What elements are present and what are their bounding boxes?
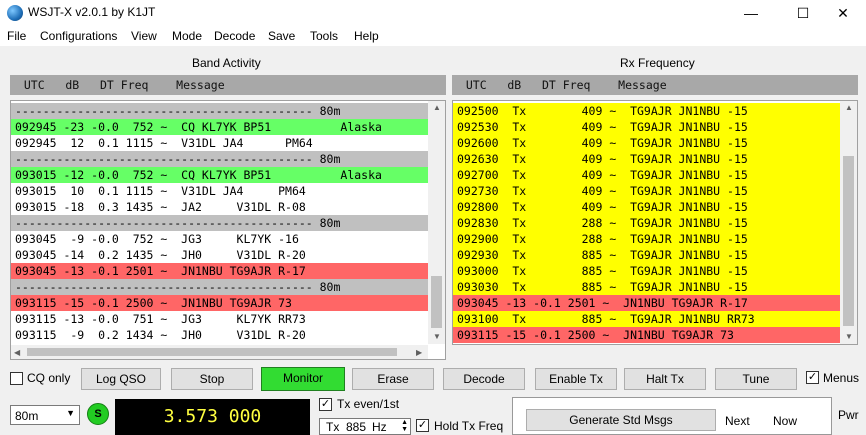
- band-select[interactable]: 80m ▼: [10, 405, 80, 425]
- menu-tools[interactable]: Tools: [310, 29, 338, 43]
- message-row[interactable]: 093045 -13 -0.1 2501 ~ JN1NBU TG9AJR R-1…: [453, 295, 840, 311]
- rx-frequency-label: Rx Frequency: [620, 56, 695, 70]
- next-label: Next: [725, 414, 750, 428]
- menus-checkbox[interactable]: ✓: [806, 371, 819, 384]
- enable-tx-button[interactable]: Enable Tx: [535, 368, 617, 390]
- message-row[interactable]: 093000 Tx 885 ~ TG9AJR JN1NBU -15: [453, 263, 840, 279]
- hold-tx-freq-checkbox[interactable]: ✓: [416, 419, 429, 432]
- generate-std-msgs-button[interactable]: Generate Std Msgs: [526, 409, 716, 431]
- message-row[interactable]: 093030 Tx 885 ~ TG9AJR JN1NBU -15: [453, 279, 840, 295]
- message-row[interactable]: 093115 -9 0.2 1434 ~ JH0 V31DL R-20: [11, 327, 428, 343]
- close-button[interactable]: ✕: [820, 0, 866, 26]
- tx-freq-value: 885: [346, 420, 367, 434]
- message-row[interactable]: 092500 Tx 409 ~ TG9AJR JN1NBU -15: [453, 103, 840, 119]
- message-row[interactable]: 093115 -15 -0.1 2500 ~ JN1NBU TG9AJR 73: [11, 295, 428, 311]
- cq-only-label: CQ only: [27, 371, 71, 385]
- band-activity-hscroll[interactable]: ◀ ▶: [11, 345, 428, 359]
- menu-file[interactable]: File: [7, 29, 26, 43]
- tune-button[interactable]: Tune: [715, 368, 797, 390]
- band-activity-header: UTC dB DT Freq Message: [10, 75, 446, 95]
- band-separator-row: ----------------------------------------…: [11, 279, 428, 295]
- message-row[interactable]: 092900 Tx 288 ~ TG9AJR JN1NBU -15: [453, 231, 840, 247]
- hold-tx-freq-label: Hold Tx Freq: [434, 419, 504, 433]
- tx-freq-prefix: Tx: [326, 420, 340, 434]
- message-row[interactable]: 093115 -13 -0.0 751 ~ JG3 KL7YK RR73: [11, 311, 428, 327]
- message-row[interactable]: 093045 -13 -0.1 2501 ~ JN1NBU TG9AJR R-1…: [11, 263, 428, 279]
- message-row[interactable]: 093015 -18 0.3 1435 ~ JA2 V31DL R-08: [11, 199, 428, 215]
- rx-frequency-header: UTC dB DT Freq Message: [452, 75, 858, 95]
- menu-mode[interactable]: Mode: [172, 29, 202, 43]
- frequency-display: 3.573 000: [115, 399, 310, 435]
- message-row[interactable]: 093115 -15 -0.1 2500 ~ JN1NBU TG9AJR 73: [453, 327, 840, 343]
- decode-button[interactable]: Decode: [443, 368, 525, 390]
- minimize-button[interactable]: —: [728, 0, 774, 26]
- tx-even-checkbox[interactable]: ✓: [319, 398, 332, 411]
- stop-button[interactable]: Stop: [171, 368, 253, 390]
- now-label: Now: [773, 414, 798, 428]
- message-row[interactable]: 092700 Tx 409 ~ TG9AJR JN1NBU -15: [453, 167, 840, 183]
- message-row[interactable]: 093015 -12 -0.0 752 ~ CQ KL7YK BP51 Alas…: [11, 167, 428, 183]
- app-logo-icon: [7, 5, 23, 21]
- tx-even-label: Tx even/1st: [337, 397, 400, 411]
- band-separator-row: ----------------------------------------…: [11, 151, 428, 167]
- log-qso-button[interactable]: Log QSO: [81, 368, 161, 390]
- s-meter-indicator: S: [87, 403, 109, 425]
- message-row[interactable]: 092600 Tx 409 ~ TG9AJR JN1NBU -15: [453, 135, 840, 151]
- message-row[interactable]: 092930 Tx 885 ~ TG9AJR JN1NBU -15: [453, 247, 840, 263]
- message-row[interactable]: 093015 10 0.1 1115 ~ V31DL JA4 PM64: [11, 183, 428, 199]
- band-activity-vscroll[interactable]: ▲ ▼: [428, 101, 445, 344]
- power-label: Pwr: [838, 408, 859, 422]
- chevron-down-icon: ▼: [66, 408, 75, 418]
- band-activity-list[interactable]: ----------------------------------------…: [10, 100, 446, 360]
- message-row[interactable]: 092830 Tx 288 ~ TG9AJR JN1NBU -15: [453, 215, 840, 231]
- message-row[interactable]: 092945 -23 -0.0 752 ~ CQ KL7YK BP51 Alas…: [11, 119, 428, 135]
- message-row[interactable]: 093045 -9 -0.0 752 ~ JG3 KL7YK -16: [11, 231, 428, 247]
- title-bar: WSJT-X v2.0.1 by K1JT — ☐ ✕: [0, 0, 866, 26]
- window-title: WSJT-X v2.0.1 by K1JT: [28, 5, 156, 19]
- menu-help[interactable]: Help: [354, 29, 379, 43]
- message-row[interactable]: 092730 Tx 409 ~ TG9AJR JN1NBU -15: [453, 183, 840, 199]
- band-activity-label: Band Activity: [192, 56, 261, 70]
- menu-save[interactable]: Save: [268, 29, 295, 43]
- menu-bar: File Configurations View Mode Decode Sav…: [0, 26, 866, 46]
- monitor-button[interactable]: Monitor: [261, 367, 345, 391]
- message-row[interactable]: 093100 Tx 885 ~ TG9AJR JN1NBU RR73: [453, 311, 840, 327]
- band-separator-row: ----------------------------------------…: [11, 103, 428, 119]
- band-value: 80m: [15, 409, 39, 423]
- message-row[interactable]: 093045 -14 0.2 1435 ~ JH0 V31DL R-20: [11, 247, 428, 263]
- erase-button[interactable]: Erase: [352, 368, 434, 390]
- halt-tx-button[interactable]: Halt Tx: [624, 368, 706, 390]
- message-row[interactable]: 092945 12 0.1 1115 ~ V31DL JA4 PM64: [11, 135, 428, 151]
- tx-freq-unit: Hz: [372, 420, 387, 434]
- message-row[interactable]: 092800 Tx 409 ~ TG9AJR JN1NBU -15: [453, 199, 840, 215]
- message-row[interactable]: 092630 Tx 409 ~ TG9AJR JN1NBU -15: [453, 151, 840, 167]
- message-row[interactable]: 092530 Tx 409 ~ TG9AJR JN1NBU -15: [453, 119, 840, 135]
- menu-configurations[interactable]: Configurations: [40, 29, 117, 43]
- menu-decode[interactable]: Decode: [214, 29, 255, 43]
- menus-label: Menus: [823, 371, 860, 385]
- spin-arrows-icon[interactable]: ▲ ▼: [401, 419, 408, 433]
- tx-freq-spinbox[interactable]: Tx 885 Hz ▲ ▼: [319, 418, 411, 435]
- menu-view[interactable]: View: [131, 29, 157, 43]
- band-separator-row: ----------------------------------------…: [11, 215, 428, 231]
- rx-frequency-vscroll[interactable]: ▲ ▼: [840, 101, 857, 344]
- rx-frequency-list[interactable]: 092500 Tx 409 ~ TG9AJR JN1NBU -15 092530 …: [452, 100, 858, 345]
- cq-only-checkbox[interactable]: [10, 372, 23, 385]
